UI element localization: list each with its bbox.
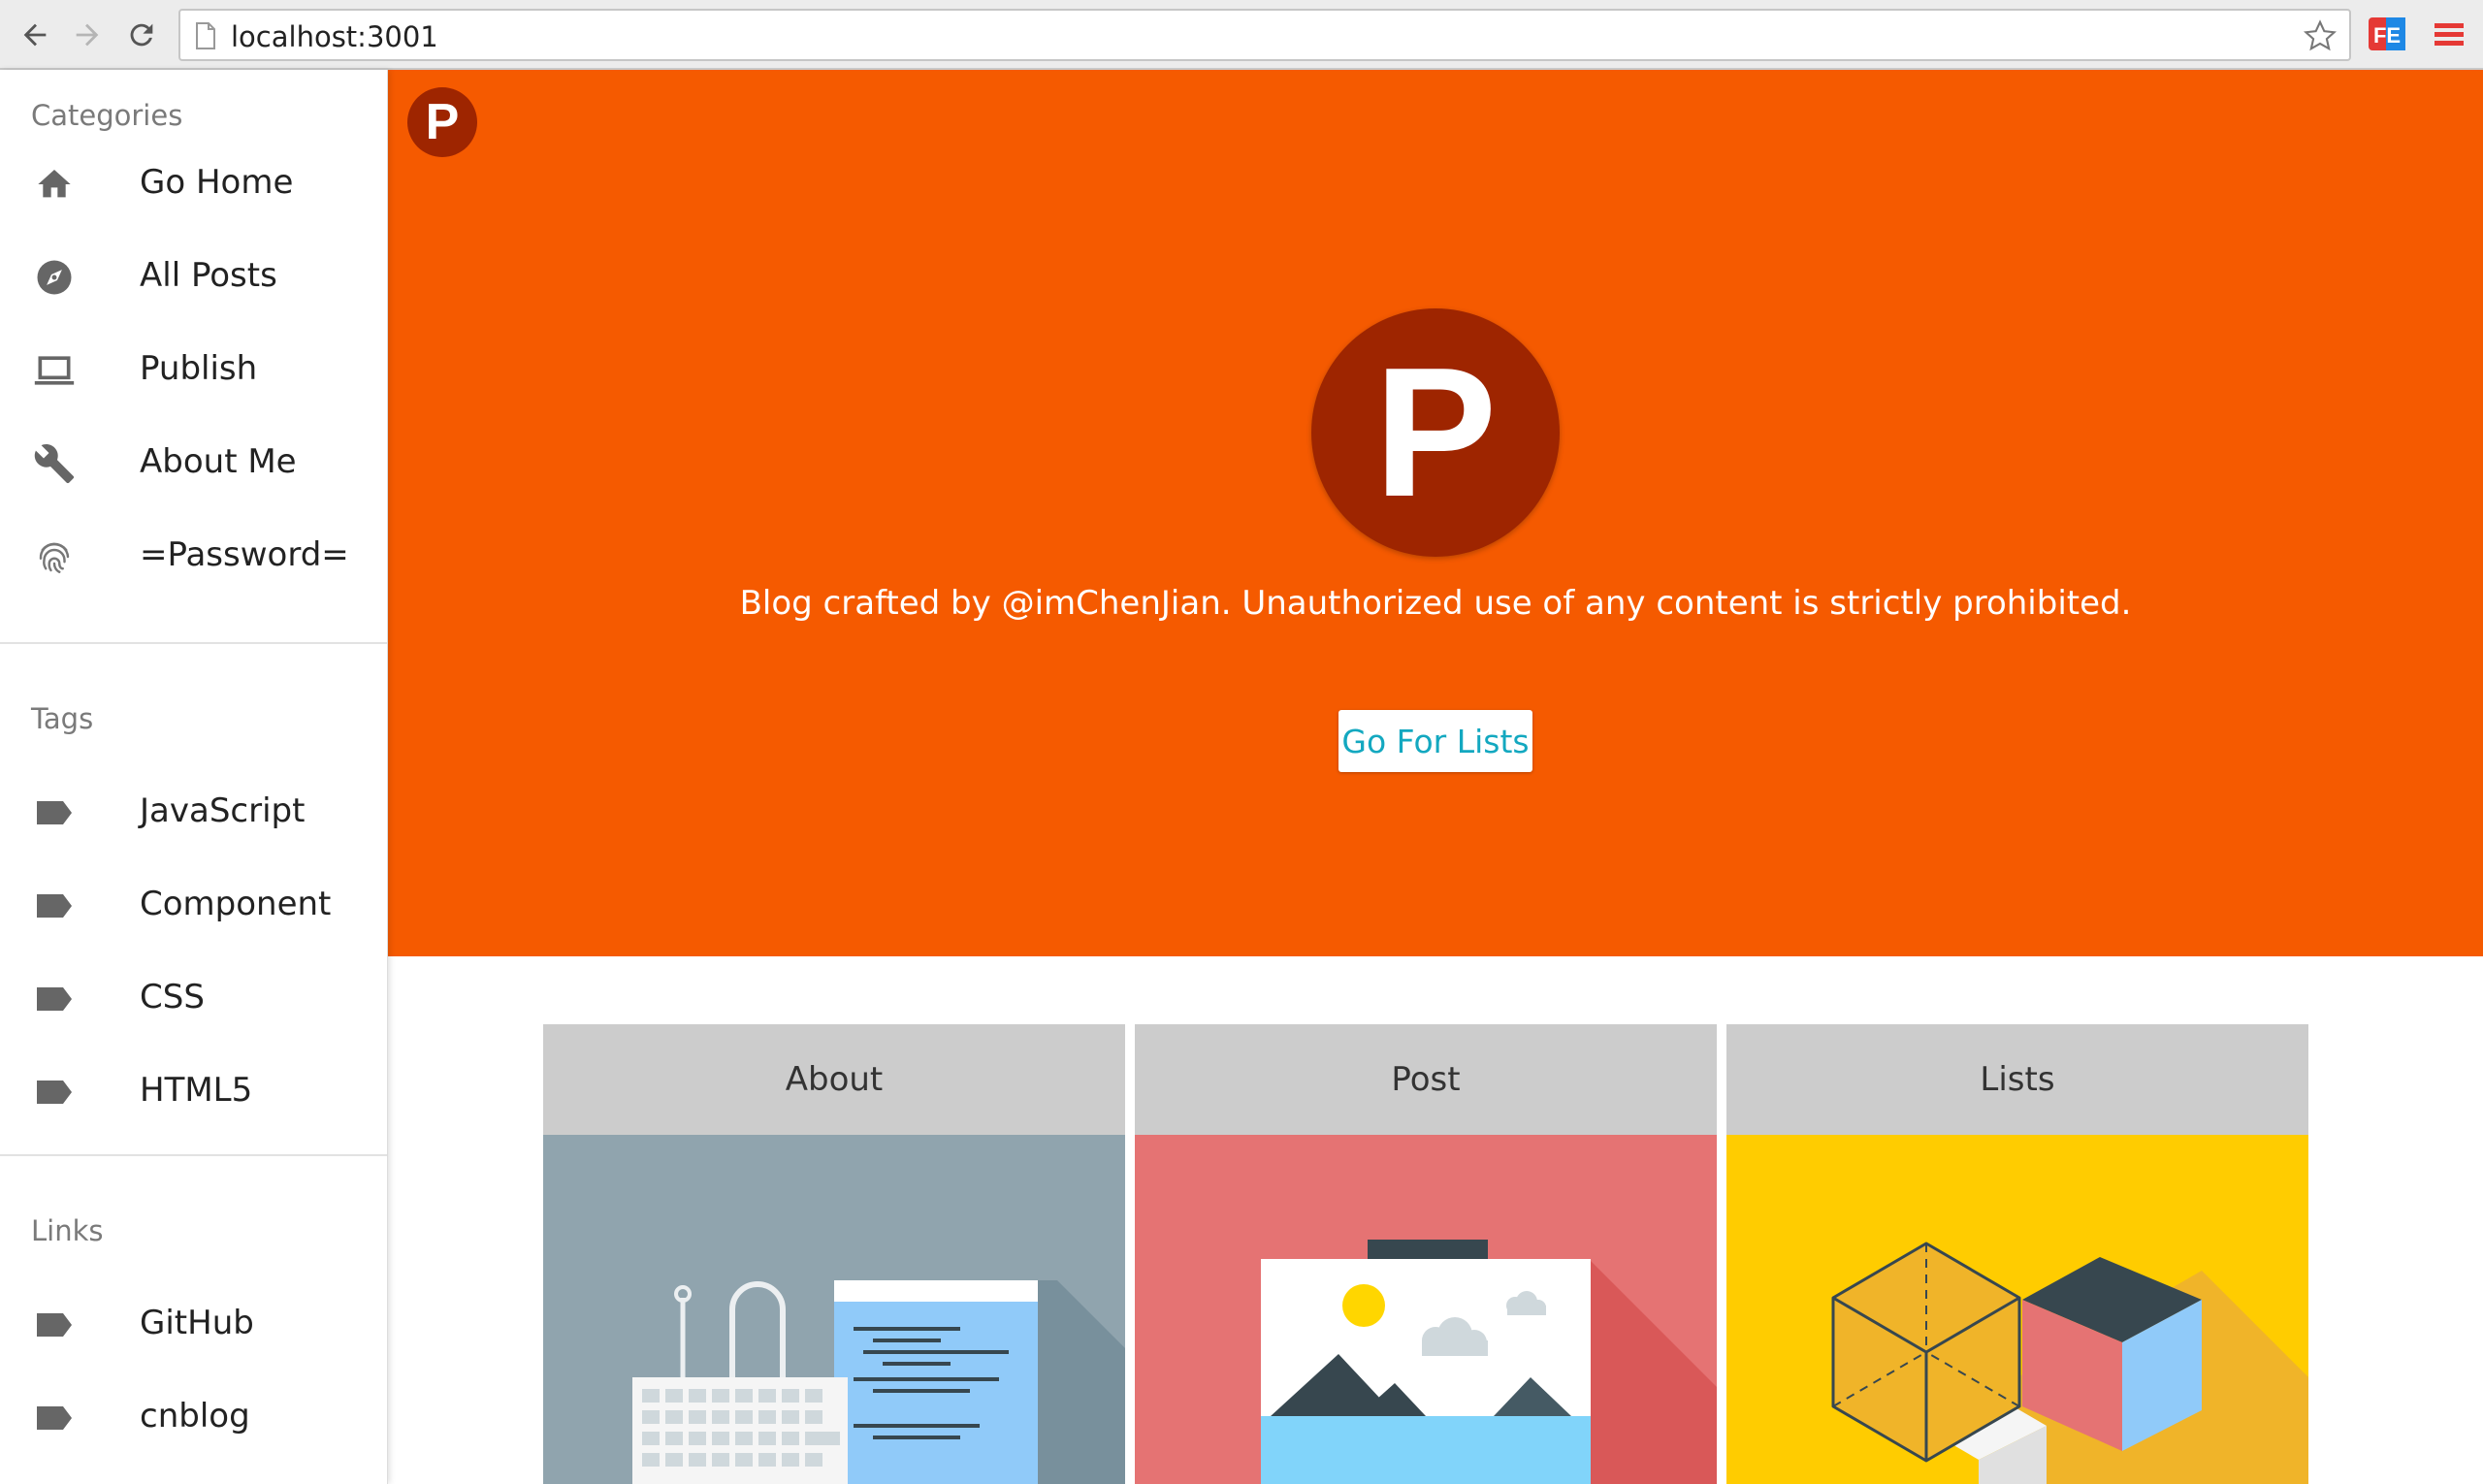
sidebar-item-cnblog[interactable]: cnblog bbox=[0, 1371, 387, 1465]
label-icon bbox=[31, 976, 78, 1022]
sidebar-item-css[interactable]: CSS bbox=[0, 952, 387, 1046]
sidebar-item-label: CSS bbox=[140, 978, 205, 1016]
browser-toolbar: localhost:3001 FE bbox=[0, 0, 2483, 70]
laptop-icon bbox=[31, 347, 78, 394]
arrow-forward-icon bbox=[76, 23, 99, 47]
card-title: Post bbox=[1135, 1024, 1717, 1135]
tags-heading: Tags bbox=[31, 702, 94, 735]
card-title: Lists bbox=[1726, 1024, 2308, 1135]
go-for-lists-button[interactable]: Go For Lists bbox=[1338, 710, 1532, 772]
sidebar-item-label: About Me bbox=[140, 442, 297, 481]
reload-icon bbox=[130, 23, 153, 47]
sidebar-item-label: JavaScript bbox=[140, 791, 306, 830]
forward-button[interactable] bbox=[64, 12, 111, 58]
card-lists[interactable]: Lists bbox=[1726, 1024, 2308, 1484]
sidebar-item-label: GitHub bbox=[140, 1304, 254, 1342]
url-text: localhost:3001 bbox=[231, 20, 438, 53]
sidebar-item-label: All Posts bbox=[140, 256, 277, 295]
sidebar-item-javascript[interactable]: JavaScript bbox=[0, 766, 387, 859]
address-bar[interactable]: localhost:3001 bbox=[178, 9, 2351, 61]
blog-logo: P bbox=[1311, 308, 1560, 557]
label-icon bbox=[31, 1395, 78, 1441]
cube-illustration bbox=[1726, 1135, 2308, 1484]
sidebar-divider bbox=[0, 1154, 387, 1156]
sidebar-divider bbox=[0, 642, 387, 644]
sidebar-item-html5[interactable]: HTML5 bbox=[0, 1046, 387, 1139]
reload-button[interactable] bbox=[118, 12, 165, 58]
card-post[interactable]: Post bbox=[1135, 1024, 1717, 1484]
desk-keyboard-illustration bbox=[543, 1135, 1125, 1484]
page-icon bbox=[196, 22, 215, 49]
label-icon bbox=[31, 1302, 78, 1348]
compass-icon bbox=[31, 254, 78, 301]
sidebar-item-label: cnblog bbox=[140, 1397, 250, 1436]
fingerprint-icon bbox=[31, 533, 78, 580]
label-icon bbox=[31, 1069, 78, 1115]
sidebar-item-about-me[interactable]: About Me bbox=[0, 417, 387, 510]
menu-lines-icon[interactable] bbox=[2429, 14, 2469, 54]
sidebar-item-label: Component bbox=[140, 885, 332, 923]
hero-tagline: Blog crafted by @imChenJian. Unauthorize… bbox=[739, 584, 2132, 623]
sidebar-item-publish[interactable]: Publish bbox=[0, 324, 387, 417]
sidebar-item-label: =Password= bbox=[140, 535, 349, 574]
hero-banner: P P Blog crafted by @imChenJian. Unautho… bbox=[388, 70, 2483, 956]
sidebar-item-label: Publish bbox=[140, 349, 258, 388]
wrench-icon bbox=[31, 440, 78, 487]
card-about[interactable]: About bbox=[543, 1024, 1125, 1484]
label-icon bbox=[31, 883, 78, 929]
sidebar-item-label: HTML5 bbox=[140, 1071, 253, 1110]
landscape-picture-illustration bbox=[1135, 1135, 1717, 1484]
sidebar: Categories Go Home All Posts Publish Abo… bbox=[0, 70, 388, 1484]
card-title: About bbox=[543, 1024, 1125, 1135]
svg-text:FE: FE bbox=[2373, 23, 2401, 48]
home-icon bbox=[31, 161, 78, 208]
sidebar-item-github[interactable]: GitHub bbox=[0, 1278, 387, 1371]
corner-logo[interactable]: P bbox=[407, 87, 477, 157]
arrow-back-icon bbox=[23, 23, 47, 47]
categories-heading: Categories bbox=[31, 99, 183, 132]
sidebar-item-component[interactable]: Component bbox=[0, 859, 387, 952]
sidebar-item-password[interactable]: =Password= bbox=[0, 510, 387, 603]
label-icon bbox=[31, 790, 78, 836]
links-heading: Links bbox=[31, 1214, 104, 1247]
fe-extension-icon[interactable]: FE bbox=[2367, 14, 2407, 54]
back-button[interactable] bbox=[12, 12, 58, 58]
sidebar-item-all-posts[interactable]: All Posts bbox=[0, 231, 387, 324]
sidebar-item-go-home[interactable]: Go Home bbox=[0, 138, 387, 231]
star-outline-icon[interactable] bbox=[2303, 18, 2338, 53]
sidebar-item-label: Go Home bbox=[140, 163, 294, 202]
